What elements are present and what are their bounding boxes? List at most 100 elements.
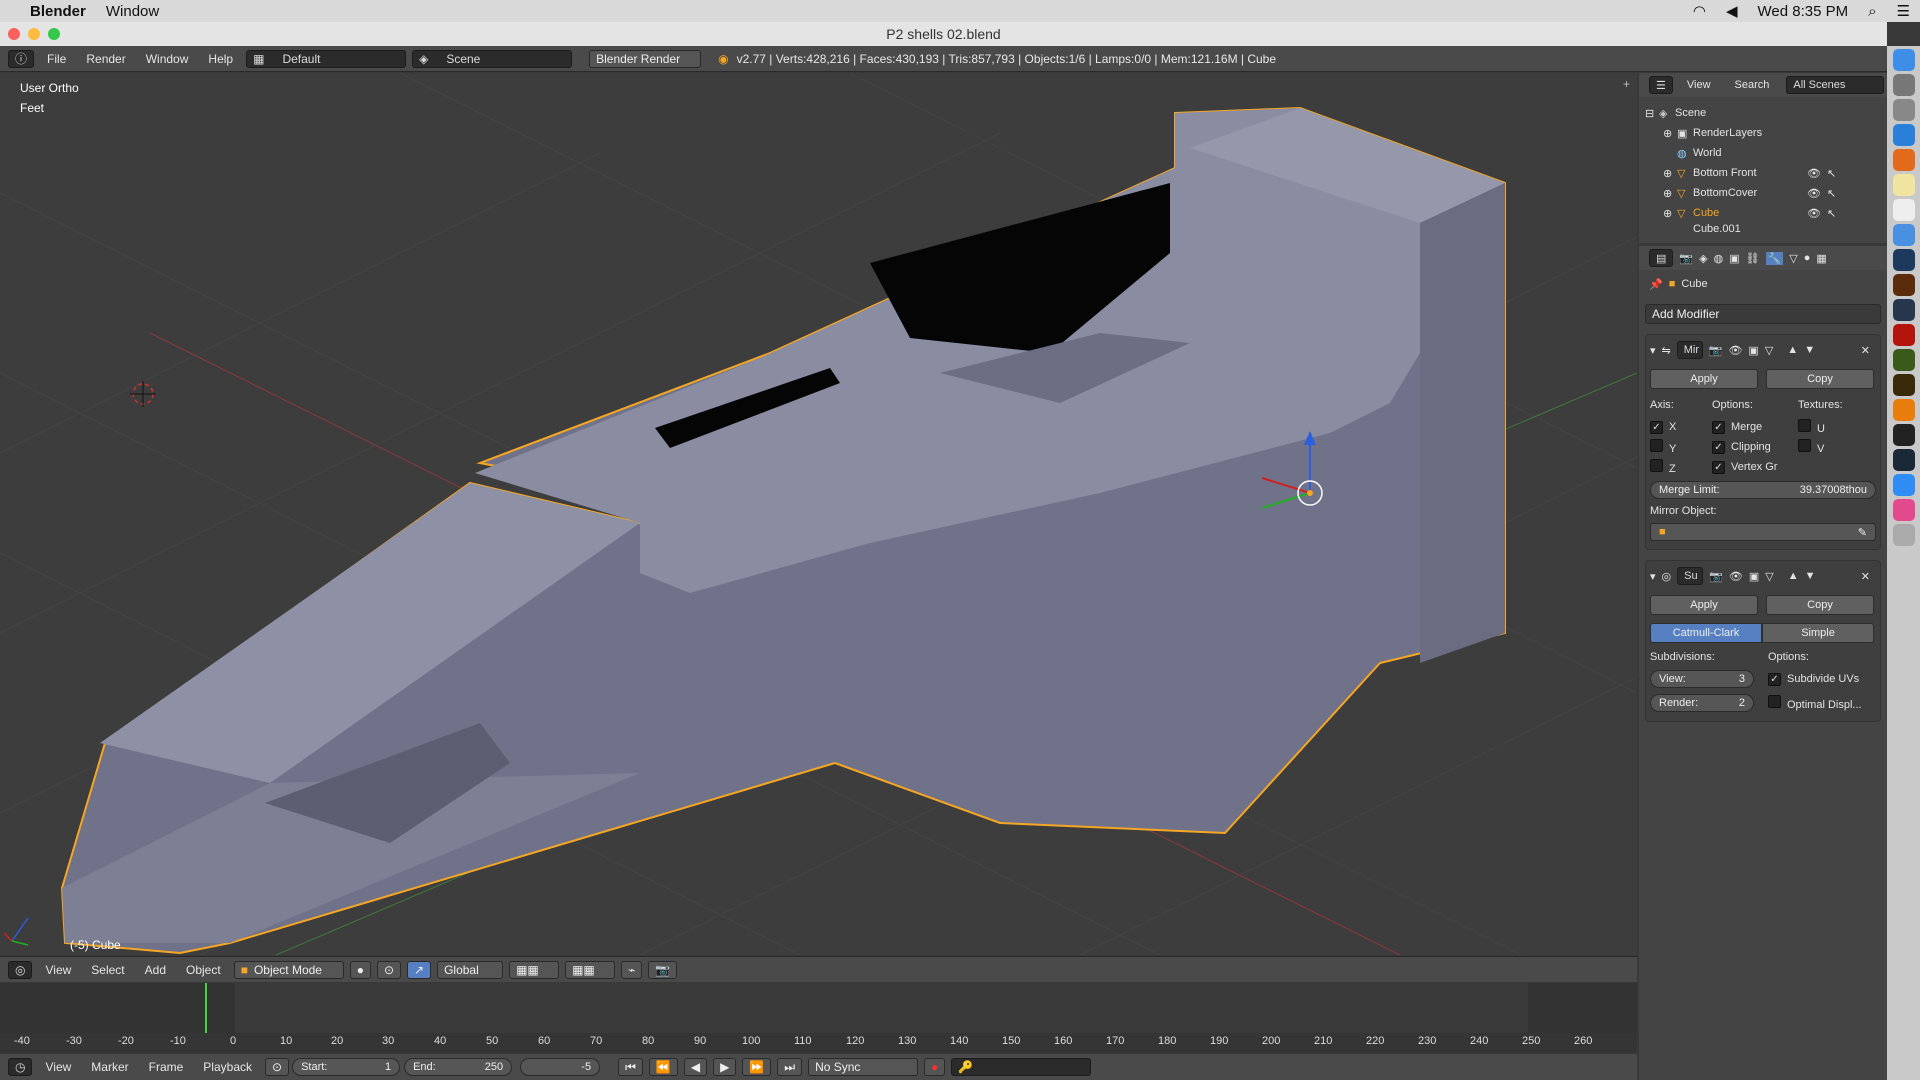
viewport-toggle-icon[interactable]: 👁 (1729, 570, 1743, 583)
material-tab-icon[interactable]: ● (1804, 252, 1811, 264)
outliner-view-menu[interactable]: View (1687, 79, 1711, 91)
timeline-editor[interactable]: -40 -30 -20 -10 0 10 20 30 40 50 60 70 8… (0, 983, 1637, 1053)
view-menu[interactable]: View (35, 963, 81, 977)
add-menu[interactable]: Add (135, 963, 176, 977)
layers-grid[interactable]: ▦▦ (509, 960, 560, 979)
outliner-item-scene[interactable]: ⊟ ◈ Scene (1639, 103, 1887, 123)
render-tab-icon[interactable]: 📷 (1679, 252, 1693, 265)
remove-modifier-icon[interactable]: ✕ (1861, 344, 1870, 357)
modifiers-tab-icon[interactable]: 🔧 (1765, 251, 1784, 265)
start-frame-field[interactable]: Start: 1 (292, 1058, 401, 1076)
outliner-item-cube-001[interactable]: Cube.001 (1639, 223, 1887, 235)
cage-toggle-icon[interactable]: ▽ (1765, 344, 1773, 357)
minimize-window-button[interactable] (28, 28, 40, 40)
notes-icon[interactable] (1892, 174, 1915, 196)
axis-x-checkbox[interactable]: ✓ X (1650, 420, 1712, 434)
outliner-item-bottom-front[interactable]: ⊕ ▽ Bottom Front 👁 ↖ (1639, 163, 1887, 183)
move-down-icon[interactable]: ▼ (1804, 344, 1815, 356)
texture-v-checkbox[interactable]: V (1798, 439, 1824, 455)
collapse-chevron-icon[interactable]: ▾ (1650, 570, 1656, 583)
calendar-icon[interactable] (1892, 199, 1915, 221)
select-cursor-icon[interactable]: ↖ (1827, 207, 1836, 220)
sync-dropdown[interactable]: No Sync (808, 1058, 919, 1076)
remove-modifier-icon[interactable]: ✕ (1861, 570, 1870, 583)
move-up-icon[interactable]: ▲ (1788, 570, 1799, 582)
editmode-toggle-icon[interactable]: ▣ (1748, 344, 1758, 357)
collapse-chevron-icon[interactable]: ▾ (1650, 344, 1656, 357)
mirror-object-field[interactable]: ■ ✎ (1650, 523, 1876, 541)
close-window-button[interactable] (8, 28, 20, 40)
timeline-frame-menu[interactable]: Frame (139, 1060, 194, 1074)
object-menu[interactable]: Object (176, 963, 231, 977)
menu-render[interactable]: Render (76, 52, 135, 66)
wifi-icon[interactable]: ◠ (1683, 2, 1716, 20)
mirror-apply-button[interactable]: Apply (1650, 369, 1758, 389)
zoom-window-button[interactable] (48, 28, 60, 40)
expand-icon[interactable]: ⊕ (1663, 187, 1677, 200)
object-tab-icon[interactable]: ▣ (1729, 252, 1739, 265)
menu-list-icon[interactable]: ☰ (1887, 2, 1920, 20)
mesh-cube[interactable] (60, 106, 1506, 955)
world-tab-icon[interactable]: ◍ (1714, 252, 1724, 265)
outliner-scope-dropdown[interactable]: All Scenes (1786, 76, 1884, 94)
snap-toggle[interactable]: ⌁ (621, 960, 643, 979)
unity-icon[interactable] (1892, 424, 1915, 446)
constraints-tab-icon[interactable]: ⛓ (1746, 252, 1760, 265)
search-icon[interactable]: ⌕ (1858, 3, 1886, 20)
jump-start-icon[interactable]: ⏮ (618, 1058, 643, 1076)
clipping-checkbox[interactable]: ✓ Clipping (1712, 440, 1798, 454)
select-menu[interactable]: Select (81, 963, 134, 977)
subsurf-apply-button[interactable]: Apply (1650, 595, 1758, 615)
select-cursor-icon[interactable]: ↖ (1827, 187, 1836, 200)
keying-set-field[interactable]: 🔑 (951, 1058, 1092, 1076)
timeline-editor-icon[interactable]: ◷ (8, 1058, 33, 1076)
expand-icon[interactable]: ⊟ (1645, 107, 1659, 120)
firefox-icon[interactable] (1892, 149, 1915, 171)
volume-icon[interactable]: ◀ (1716, 2, 1748, 20)
timeline-marker-menu[interactable]: Marker (81, 1060, 138, 1074)
current-frame-marker[interactable] (205, 983, 207, 1033)
scene-tab-icon[interactable]: ◈ (1699, 252, 1707, 265)
menu-help[interactable]: Help (198, 52, 243, 66)
record-icon[interactable]: ● (924, 1058, 946, 1076)
steam-icon[interactable] (1892, 449, 1915, 471)
shading-dropdown[interactable]: ● (349, 960, 371, 979)
next-keyframe-icon[interactable]: ⏩ (742, 1058, 772, 1076)
subsurf-copy-button[interactable]: Copy (1766, 595, 1874, 615)
app-store-icon[interactable] (1892, 474, 1915, 496)
axis-y-checkbox[interactable]: Y (1650, 439, 1712, 455)
texture-u-checkbox[interactable]: U (1798, 419, 1825, 435)
bridge-icon[interactable] (1892, 374, 1915, 396)
catmull-clark-toggle[interactable]: Catmull-Clark (1650, 623, 1762, 643)
visibility-eye-icon[interactable]: 👁 (1807, 187, 1821, 200)
outliner-item-cube[interactable]: ⊕ ▽ Cube 👁 ↖ (1639, 203, 1887, 223)
play-icon[interactable]: ▶ (713, 1058, 737, 1076)
menu-window[interactable]: Window (136, 52, 199, 66)
current-frame-field[interactable]: -5 (520, 1058, 601, 1076)
editmode-toggle-icon[interactable]: ▣ (1749, 570, 1759, 583)
timeline-view-menu[interactable]: View (35, 1060, 81, 1074)
view-levels-field[interactable]: View: 3 (1650, 670, 1754, 688)
move-up-icon[interactable]: ▲ (1787, 344, 1798, 356)
vertex-groups-checkbox[interactable]: ✓ Vertex Gr (1712, 460, 1798, 474)
outliner-item-bottomcover[interactable]: ⊕ ▽ BottomCover 👁 ↖ (1639, 183, 1887, 203)
viewport-toggle-icon[interactable]: 👁 (1728, 344, 1742, 357)
merge-checkbox[interactable]: ✓ Merge (1712, 420, 1798, 434)
outliner-editor-icon[interactable]: ☰ (1649, 76, 1673, 94)
expand-icon[interactable]: ⊕ (1663, 127, 1677, 140)
scene-selector[interactable]: ◈ Scene (412, 49, 573, 68)
expand-icon[interactable]: ⊕ (1663, 167, 1677, 180)
safari-icon[interactable] (1892, 124, 1915, 146)
visibility-eye-icon[interactable]: 👁 (1807, 207, 1821, 220)
timeline-playback-menu[interactable]: Playback (193, 1060, 262, 1074)
settings-gear-icon[interactable] (1892, 99, 1915, 121)
render-toggle-icon[interactable]: 📷 (1709, 570, 1723, 583)
view3d-editor-icon[interactable]: ◎ (8, 960, 33, 979)
prev-keyframe-icon[interactable]: ⏪ (648, 1058, 678, 1076)
mode-dropdown[interactable]: ■ Object Mode (233, 960, 344, 979)
muse-icon[interactable] (1892, 349, 1915, 371)
viewport-expand-icon[interactable]: + (1623, 77, 1630, 91)
orientation-dropdown[interactable]: Global (437, 960, 504, 979)
texture-tab-icon[interactable]: ▦ (1816, 252, 1826, 265)
use-preview-range-icon[interactable]: ⊙ (265, 1058, 290, 1076)
